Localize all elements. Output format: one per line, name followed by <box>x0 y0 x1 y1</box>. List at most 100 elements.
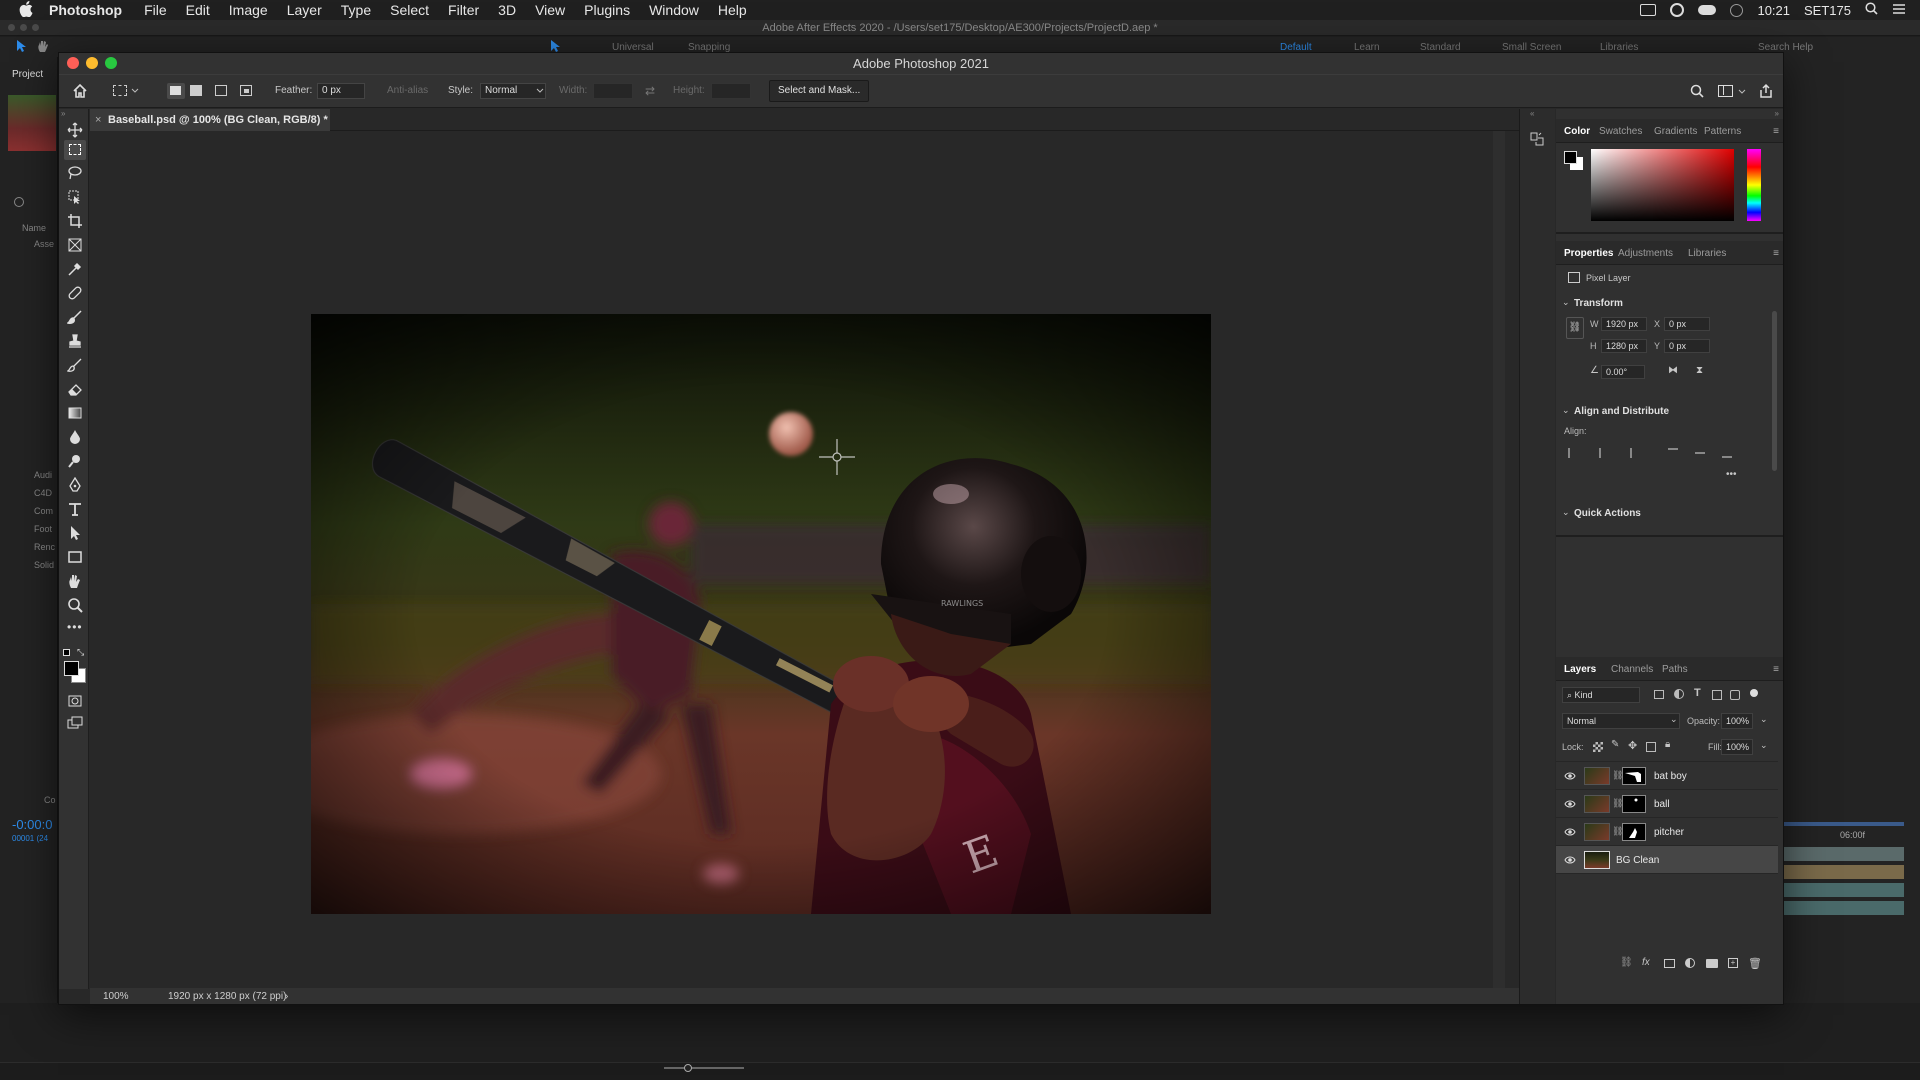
lasso-tool-icon[interactable] <box>67 165 83 181</box>
tab-layers[interactable]: Layers <box>1564 664 1596 675</box>
time-machine-icon[interactable] <box>1730 3 1744 17</box>
visibility-eye-icon[interactable] <box>1564 854 1576 866</box>
tab-swatches[interactable]: Swatches <box>1599 126 1642 137</box>
lock-position-icon[interactable]: ✥ <box>1628 739 1637 752</box>
width-field[interactable]: 1920 px <box>1601 317 1647 331</box>
layer-style-fx-icon[interactable]: fx <box>1642 957 1650 968</box>
tab-libraries[interactable]: Libraries <box>1688 248 1726 259</box>
style-select-chevron-icon[interactable] <box>536 86 544 97</box>
feather-input[interactable]: 0 px <box>317 83 365 99</box>
menu-filter[interactable]: Filter <box>448 2 479 18</box>
history-brush-tool-icon[interactable] <box>67 357 83 373</box>
layer-name[interactable]: bat boy <box>1654 771 1687 782</box>
opacity-chevron-icon[interactable]: ⌄ <box>1760 714 1768 725</box>
filter-smart-object-icon[interactable] <box>1730 690 1740 700</box>
filter-type-icon[interactable]: T <box>1694 687 1701 699</box>
anti-alias-checkbox[interactable]: Anti-alias <box>387 85 428 96</box>
layer-row-pitcher[interactable]: ⛓ pitcher <box>1556 818 1778 846</box>
filter-adjustment-icon[interactable] <box>1674 689 1684 699</box>
ae-project-tab[interactable]: Project <box>12 69 43 80</box>
tab-paths[interactable]: Paths <box>1662 664 1688 675</box>
panel-strip-collapse-icon[interactable]: « <box>1530 109 1534 118</box>
fill-field[interactable]: 100% <box>1721 739 1753 755</box>
fill-chevron-icon[interactable]: ⌄ <box>1760 740 1768 751</box>
hand-tool-icon[interactable] <box>67 573 83 589</box>
link-layers-icon[interactable]: ⛓ <box>1620 957 1633 968</box>
clone-stamp-tool-icon[interactable] <box>67 333 83 349</box>
canvas-area[interactable]: E RAWLINGS <box>90 131 1520 988</box>
lock-transparent-icon[interactable] <box>1593 742 1603 752</box>
flip-horizontal-icon[interactable]: ⧓ <box>1668 365 1678 376</box>
close-document-icon[interactable]: × <box>95 109 101 131</box>
ae-folder-renc[interactable]: Renc <box>34 542 55 552</box>
ae-folder-c4d[interactable]: C4D <box>34 488 52 498</box>
chevron-down-icon[interactable] <box>131 86 139 97</box>
creative-cloud-icon[interactable] <box>1670 3 1685 17</box>
layer-mask-thumbnail[interactable] <box>1622 823 1646 841</box>
ae-zoom-slider[interactable] <box>664 1067 744 1069</box>
select-and-mask-button[interactable]: Select and Mask... <box>769 80 870 102</box>
control-center-icon[interactable] <box>1892 3 1906 18</box>
foreground-color-swatch[interactable] <box>64 661 79 676</box>
angle-field[interactable]: 0.00° <box>1601 365 1645 379</box>
ae-hand-tool-icon[interactable] <box>36 39 50 56</box>
rectangular-marquee-tool-icon[interactable] <box>64 140 86 160</box>
menu-type[interactable]: Type <box>341 2 371 18</box>
color-field[interactable] <box>1591 149 1734 221</box>
menu-edit[interactable]: Edit <box>186 2 210 18</box>
search-icon[interactable] <box>1690 84 1704 101</box>
menu-clock[interactable]: 10:21 <box>1757 3 1790 18</box>
layer-row-ball[interactable]: ⛓ ball <box>1556 790 1778 818</box>
filter-toggle-icon[interactable] <box>1750 689 1758 697</box>
quick-actions-chevron-icon[interactable]: ⌄ <box>1562 507 1570 518</box>
baseball-photo[interactable]: E RAWLINGS <box>311 314 1211 914</box>
visibility-eye-icon[interactable] <box>1564 770 1576 782</box>
quick-actions-title[interactable]: Quick Actions <box>1574 508 1641 519</box>
blend-mode-select[interactable]: Normal <box>1562 713 1680 729</box>
layer-row-bg-clean[interactable]: BG Clean <box>1556 846 1778 874</box>
lock-artboard-icon[interactable] <box>1646 742 1656 752</box>
menu-app-name[interactable]: Photoshop <box>49 2 122 18</box>
ae-folder-foot[interactable]: Foot <box>34 524 52 534</box>
flip-vertical-icon[interactable]: ⧗ <box>1696 365 1703 376</box>
crop-tool-icon[interactable] <box>67 213 83 229</box>
ae-search-icon[interactable] <box>14 197 24 207</box>
link-proportions-icon[interactable]: ⛓ <box>1566 317 1584 339</box>
layer-mask-thumbnail[interactable] <box>1622 795 1646 813</box>
hue-slider[interactable] <box>1747 149 1761 221</box>
color-panel-fg-swatch[interactable] <box>1564 151 1577 164</box>
workspace-chevron-icon[interactable] <box>1738 87 1746 98</box>
share-icon[interactable] <box>1758 83 1774 102</box>
dodge-tool-icon[interactable] <box>67 453 83 469</box>
tab-adjustments[interactable]: Adjustments <box>1618 248 1673 259</box>
transform-title[interactable]: Transform <box>1574 298 1623 309</box>
menu-layer[interactable]: Layer <box>287 2 322 18</box>
add-mask-icon[interactable] <box>1664 959 1675 968</box>
tab-color[interactable]: Color <box>1564 126 1590 137</box>
ae-selection-tool-icon[interactable] <box>14 39 28 56</box>
new-selection-icon[interactable] <box>167 83 185 99</box>
menu-window[interactable]: Window <box>649 2 699 18</box>
height-field[interactable]: 1280 px <box>1601 339 1647 353</box>
new-layer-icon[interactable]: + <box>1728 958 1738 968</box>
layer-name[interactable]: ball <box>1654 799 1670 810</box>
spotlight-icon[interactable] <box>1865 2 1878 18</box>
menu-image[interactable]: Image <box>229 2 268 18</box>
history-panel-icon[interactable] <box>1529 131 1545 152</box>
ae-folder-asse[interactable]: Asse <box>34 239 54 249</box>
eraser-tool-icon[interactable] <box>67 381 83 397</box>
add-to-selection-icon[interactable] <box>190 85 202 96</box>
gradient-tool-icon[interactable] <box>67 405 83 421</box>
rectangle-tool-icon[interactable] <box>67 549 83 565</box>
home-icon[interactable] <box>72 83 88 102</box>
object-selection-tool-icon[interactable] <box>67 189 83 205</box>
ae-layer-bar-1[interactable] <box>1784 847 1904 861</box>
align-distribute-title[interactable]: Align and Distribute <box>1574 406 1669 417</box>
zoom-level[interactable]: 100% <box>103 991 129 1002</box>
blur-tool-icon[interactable] <box>67 429 83 445</box>
zoom-tool-icon[interactable] <box>67 597 83 613</box>
align-center-v-icon[interactable] <box>1695 452 1705 462</box>
menu-select[interactable]: Select <box>390 2 429 18</box>
intersect-selection-icon[interactable] <box>240 85 252 96</box>
color-panel-menu-icon[interactable]: ≡ <box>1773 126 1779 137</box>
